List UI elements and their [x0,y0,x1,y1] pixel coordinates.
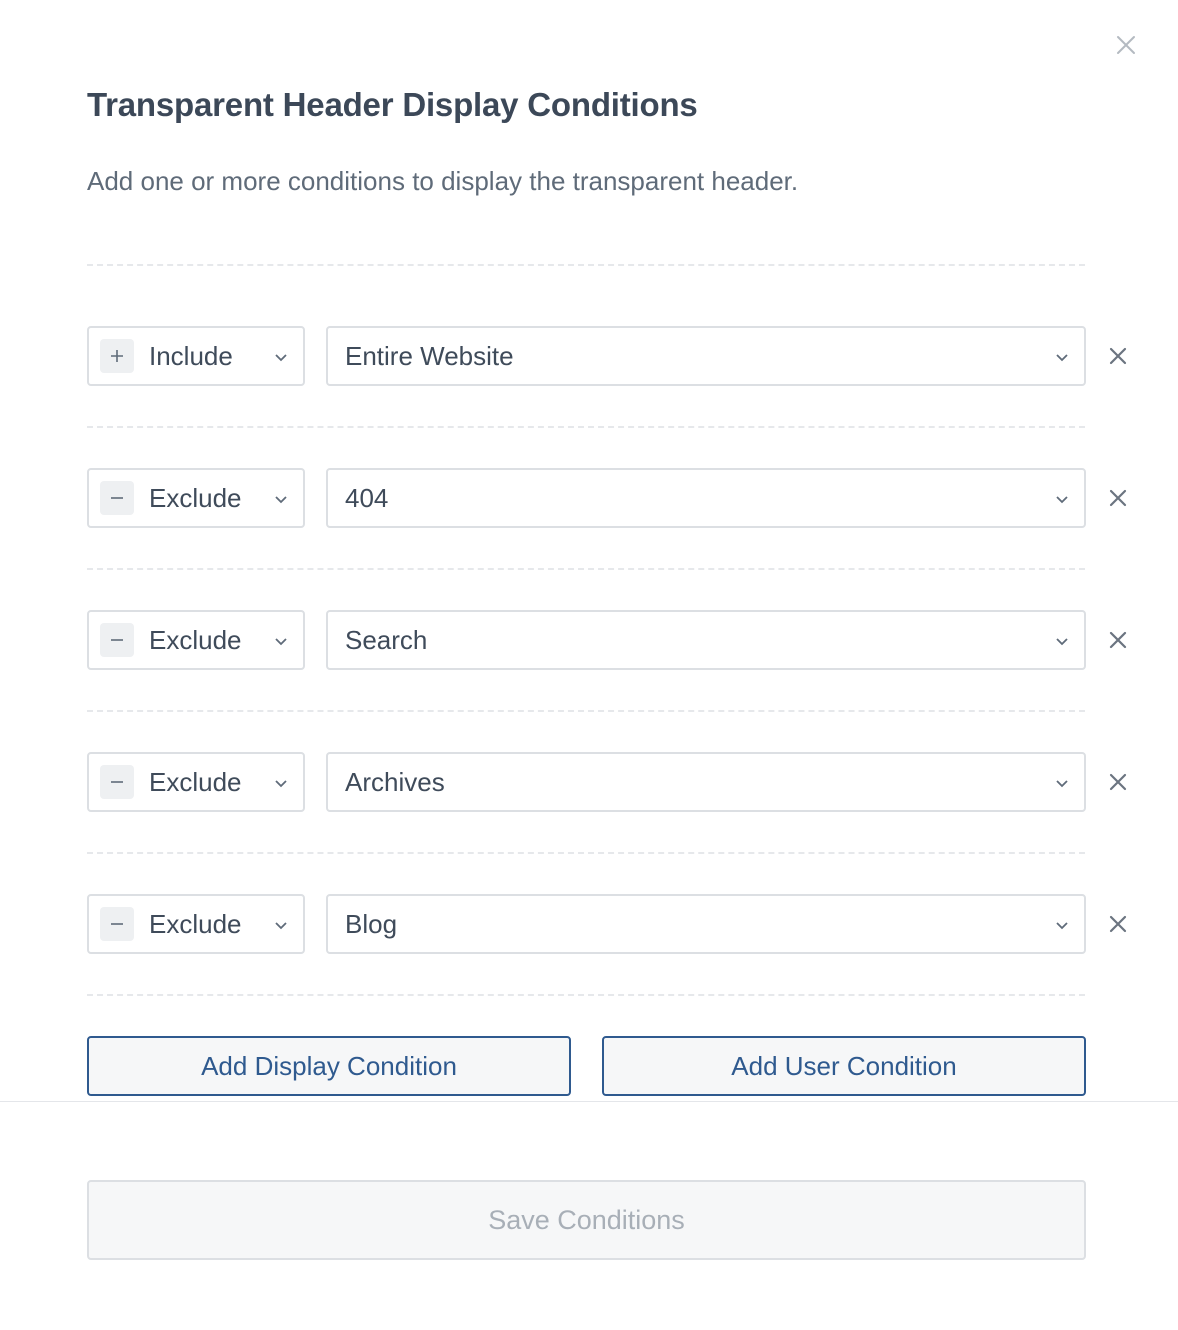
footer-divider [0,1101,1178,1102]
dialog-close-button[interactable] [1111,30,1141,60]
plus-icon [111,350,123,362]
minus-icon [111,639,123,641]
chevron-down-icon [275,780,287,788]
condition-value-label: 404 [345,482,389,513]
condition-value-select[interactable]: Entire Website [326,326,1086,386]
condition-value-select[interactable]: Blog [326,894,1086,954]
close-icon [1109,773,1127,791]
conditions-dialog: Transparent Header Display Conditions Ad… [0,0,1178,1330]
condition-value-select[interactable]: Archives [326,752,1086,812]
minus-icon [111,781,123,783]
chevron-down-icon [275,638,287,646]
condition-value-label: Blog [345,908,398,939]
remove-condition-button[interactable] [1103,909,1133,939]
close-icon [1117,36,1135,54]
type-badge [100,481,134,515]
divider [87,710,1085,712]
condition-type-select[interactable]: Exclude [87,610,305,670]
condition-type-select[interactable]: Exclude [87,752,305,812]
condition-type-label: Exclude [149,482,242,513]
remove-condition-button[interactable] [1103,341,1133,371]
condition-type-label: Exclude [149,766,242,797]
close-icon [1109,489,1127,507]
condition-value-select[interactable]: Search [326,610,1086,670]
close-icon [1109,347,1127,365]
chevron-down-icon [275,922,287,930]
chevron-down-icon [1056,638,1068,646]
type-badge [100,765,134,799]
condition-row: Exclude 404 [87,468,1147,528]
chevron-down-icon [1056,922,1068,930]
chevron-down-icon [275,496,287,504]
divider [87,994,1085,996]
chevron-down-icon [1056,780,1068,788]
chevron-down-icon [275,354,287,362]
condition-value-label: Entire Website [345,340,514,371]
type-badge [100,339,134,373]
remove-condition-button[interactable] [1103,625,1133,655]
add-user-condition-button[interactable]: Add User Condition [602,1036,1086,1096]
condition-type-label: Exclude [149,908,242,939]
dialog-title: Transparent Header Display Conditions [87,86,698,123]
condition-row: Exclude Blog [87,894,1147,954]
divider [87,568,1085,570]
divider [87,852,1085,854]
remove-condition-button[interactable] [1103,767,1133,797]
close-icon [1109,915,1127,933]
close-icon [1109,631,1127,649]
type-badge [100,623,134,657]
condition-type-label: Include [149,340,233,371]
condition-value-select[interactable]: 404 [326,468,1086,528]
condition-value-label: Search [345,624,428,655]
minus-icon [111,923,123,925]
dialog-subtitle: Add one or more conditions to display th… [87,166,799,196]
condition-row: Exclude Search [87,610,1147,670]
divider [87,426,1085,428]
condition-type-label: Exclude [149,624,242,655]
condition-type-select[interactable]: Exclude [87,468,305,528]
condition-type-select[interactable]: Exclude [87,894,305,954]
condition-value-label: Archives [345,766,445,797]
divider [87,264,1085,266]
chevron-down-icon [1056,496,1068,504]
condition-type-select[interactable]: Include [87,326,305,386]
type-badge [100,907,134,941]
condition-row: Exclude Archives [87,752,1147,812]
minus-icon [111,497,123,499]
remove-condition-button[interactable] [1103,483,1133,513]
condition-row: Include Entire Website [87,326,1147,386]
chevron-down-icon [1056,354,1068,362]
add-display-condition-button[interactable]: Add Display Condition [87,1036,571,1096]
save-conditions-button[interactable]: Save Conditions [87,1180,1086,1260]
